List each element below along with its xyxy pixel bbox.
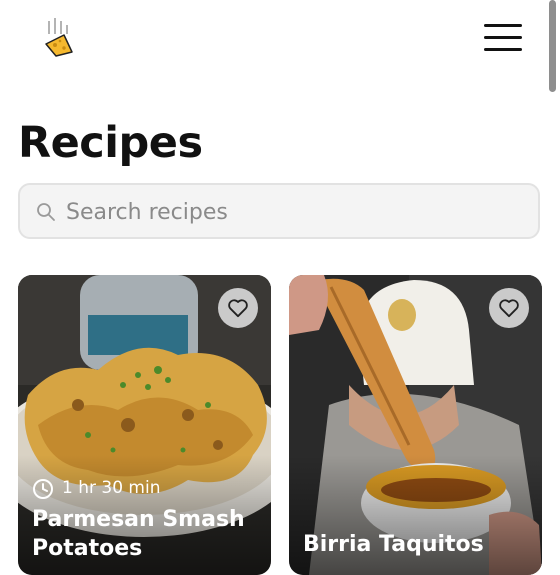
recipe-title: Parmesan Smash Potatoes xyxy=(32,507,245,561)
heart-icon xyxy=(228,299,248,318)
recipe-title: Birria Taquitos xyxy=(303,532,484,557)
recipe-card[interactable]: 1 hr 30 min Parmesan Smash Potatoes xyxy=(18,275,271,575)
logo[interactable] xyxy=(22,10,94,82)
menu-button[interactable] xyxy=(478,20,528,56)
hamburger-menu-icon xyxy=(484,48,522,51)
favorite-button[interactable] xyxy=(489,288,529,328)
favorite-button[interactable] xyxy=(218,288,258,328)
search-input[interactable] xyxy=(64,193,528,231)
heart-icon xyxy=(499,299,519,318)
cheese-wedge-logo-icon xyxy=(45,18,73,57)
clock-icon xyxy=(33,479,53,499)
search-icon xyxy=(37,203,55,221)
search-bar[interactable] xyxy=(18,183,540,239)
hamburger-menu-icon xyxy=(484,36,522,39)
scrollbar-thumb[interactable] xyxy=(549,0,556,92)
recipe-card[interactable]: Birria Taquitos xyxy=(289,275,542,575)
page-title: Recipes xyxy=(18,118,203,168)
cook-time-label: 1 hr 30 min xyxy=(62,478,161,498)
hamburger-menu-icon xyxy=(484,24,522,27)
